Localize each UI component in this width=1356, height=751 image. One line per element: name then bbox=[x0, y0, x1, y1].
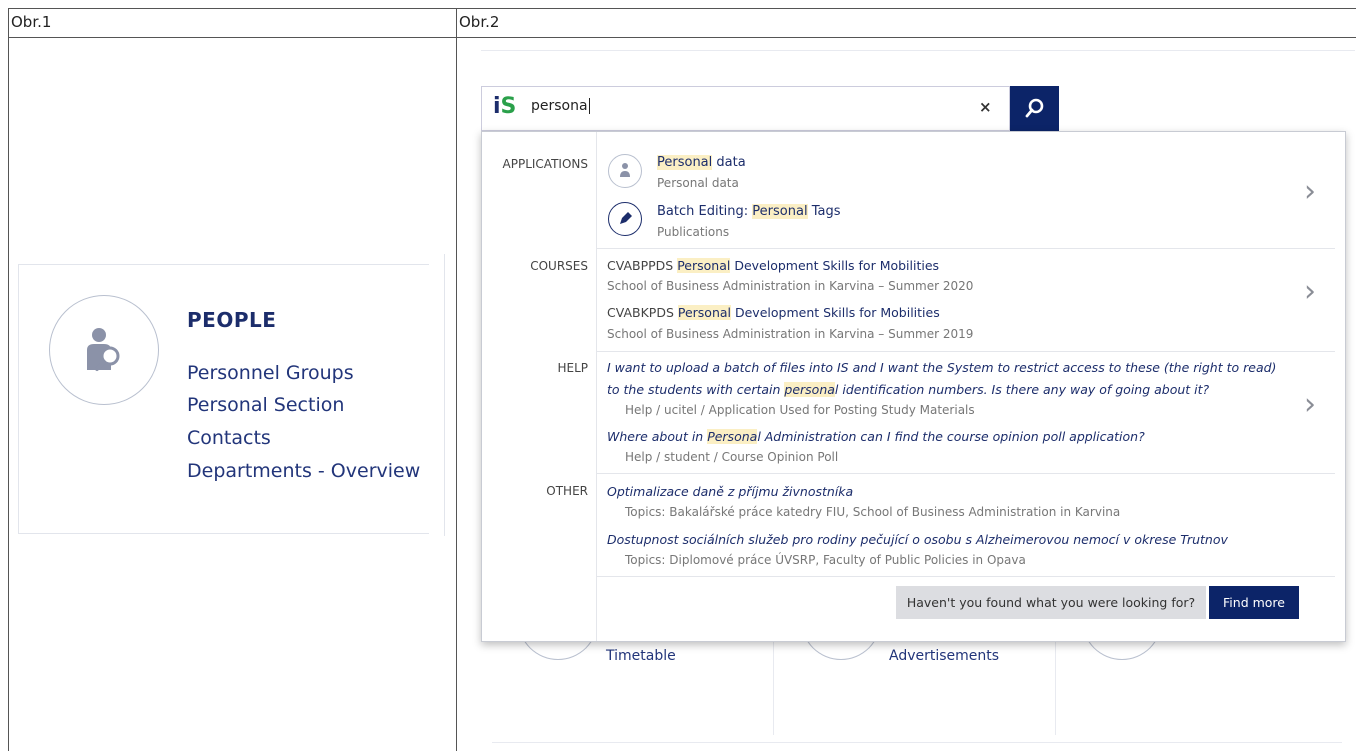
top-rule bbox=[481, 50, 1355, 51]
not-found-button[interactable]: Haven't you found what you were looking … bbox=[896, 586, 1206, 619]
figure-label-2: Obr.2 bbox=[457, 8, 1356, 38]
result-help-line[interactable]: to the students with certain personal id… bbox=[607, 382, 1209, 397]
bg-card-divider bbox=[773, 640, 774, 735]
result-help-sub: Help / ucitel / Application Used for Pos… bbox=[625, 403, 975, 417]
pen-icon[interactable] bbox=[608, 202, 642, 236]
people-title: PEOPLE bbox=[187, 308, 277, 332]
result-app-batch-editing[interactable]: Batch Editing: Personal Tags bbox=[657, 204, 840, 219]
result-other-sub: Topics: Diplomové práce ÚVSRP, Faculty o… bbox=[625, 553, 1026, 567]
bg-card-bottom bbox=[492, 742, 1342, 743]
clear-icon[interactable]: × bbox=[979, 98, 992, 116]
category-help: HELP bbox=[557, 361, 588, 375]
link-personnel-groups[interactable]: Personnel Groups bbox=[187, 362, 354, 384]
is-logo: iS bbox=[493, 94, 517, 119]
card-label-advertisements[interactable]: Advertisements bbox=[889, 648, 999, 664]
row-divider bbox=[597, 351, 1335, 352]
result-course-sub: School of Business Administration in Kar… bbox=[607, 327, 974, 341]
people-icon bbox=[49, 295, 159, 405]
result-other-sub: Topics: Bakalářské práce katedry FIU, Sc… bbox=[625, 505, 1121, 519]
bg-card-divider bbox=[1055, 640, 1056, 735]
figure-label-1: Obr.1 bbox=[9, 8, 456, 38]
category-courses: COURSES bbox=[530, 259, 588, 273]
result-other[interactable]: Optimalizace daně z příjmu živnostníka bbox=[607, 484, 853, 499]
chevron-right-icon[interactable]: › bbox=[1304, 387, 1316, 422]
result-course[interactable]: CVABKPDS Personal Development Skills for… bbox=[607, 305, 940, 320]
search-button[interactable] bbox=[1010, 86, 1059, 131]
result-other[interactable]: Dostupnost sociálních služeb pro rodiny … bbox=[607, 532, 1228, 547]
card-label-timetable[interactable]: Timetable bbox=[606, 648, 676, 664]
result-app-personal-data[interactable]: Personal data bbox=[657, 155, 746, 170]
link-personal-section[interactable]: Personal Section bbox=[187, 394, 344, 416]
search-icon bbox=[1025, 98, 1044, 118]
category-other: OTHER bbox=[546, 484, 588, 498]
result-help-sub: Help / student / Course Opinion Poll bbox=[625, 450, 839, 464]
find-more-button[interactable]: Find more bbox=[1209, 586, 1299, 619]
result-course[interactable]: CVABPPDS Personal Development Skills for… bbox=[607, 258, 939, 273]
row-divider bbox=[597, 576, 1335, 577]
search-input[interactable]: persona bbox=[531, 98, 590, 114]
category-column-divider bbox=[596, 132, 597, 641]
chevron-right-icon[interactable]: › bbox=[1304, 274, 1316, 309]
card-divider bbox=[444, 254, 445, 536]
search-results-dropdown: APPLICATIONS Personal data Personal data… bbox=[481, 131, 1346, 642]
row-divider bbox=[597, 473, 1335, 474]
link-departments-overview[interactable]: Departments - Overview bbox=[187, 460, 420, 482]
row-divider bbox=[597, 248, 1335, 249]
result-help-line[interactable]: Where about in Personal Administration c… bbox=[607, 429, 1145, 444]
result-app-sub: Publications bbox=[657, 225, 730, 239]
link-contacts[interactable]: Contacts bbox=[187, 427, 271, 449]
category-applications: APPLICATIONS bbox=[502, 157, 588, 171]
person-icon[interactable] bbox=[608, 154, 642, 188]
result-app-sub: Personal data bbox=[657, 176, 739, 190]
result-help-line[interactable]: I want to upload a batch of files into I… bbox=[607, 360, 1276, 375]
column-divider bbox=[456, 8, 457, 751]
result-course-sub: School of Business Administration in Kar… bbox=[607, 279, 974, 293]
chevron-right-icon[interactable]: › bbox=[1304, 174, 1316, 209]
